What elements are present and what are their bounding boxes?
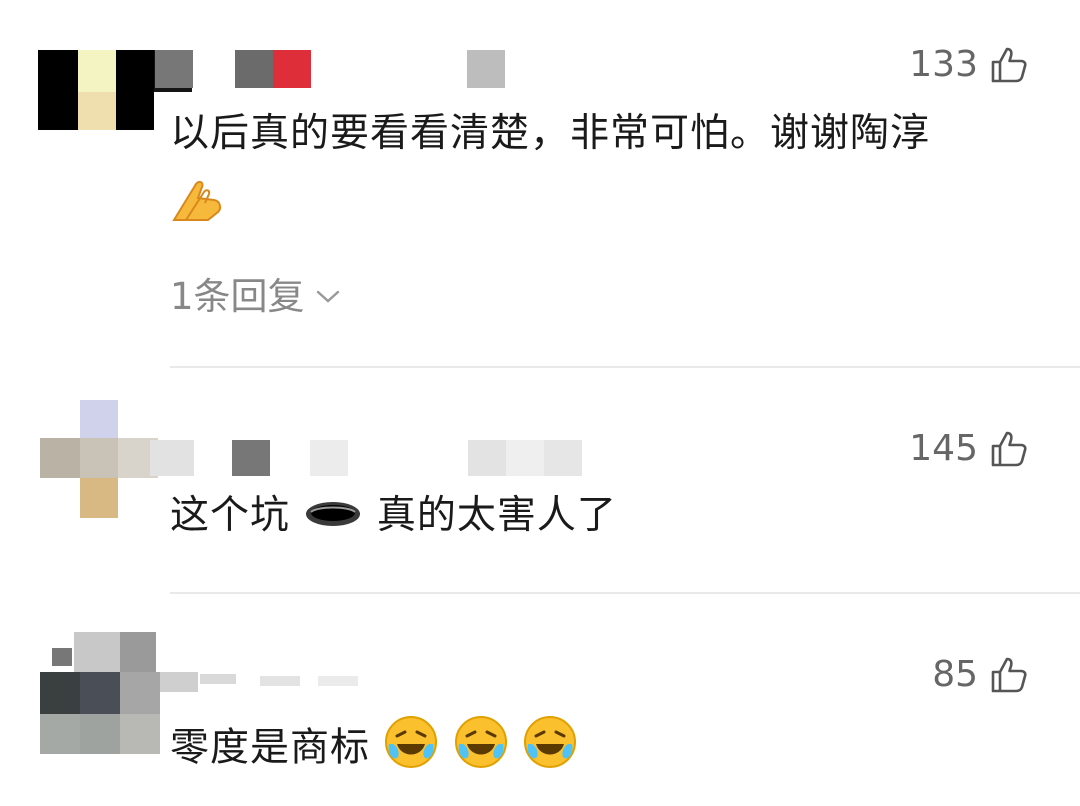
comment-text: 这个坑 真的太害人了 bbox=[170, 488, 617, 546]
comment-text: 零度是商标 bbox=[170, 714, 578, 786]
avatar-pixelated[interactable] bbox=[38, 50, 192, 130]
folded-hands-emoji-icon bbox=[170, 176, 228, 230]
comment-text-after: 真的太害人了 bbox=[376, 493, 617, 538]
username-pixelated[interactable] bbox=[200, 670, 380, 686]
thumbs-up-icon bbox=[990, 430, 1028, 468]
like-count: 145 bbox=[909, 428, 978, 469]
thumbs-up-icon bbox=[990, 656, 1028, 694]
rolling-laughing-emoji-icon bbox=[522, 714, 578, 786]
hole-emoji-icon bbox=[303, 490, 363, 546]
like-count: 133 bbox=[909, 44, 978, 85]
username-pixelated[interactable] bbox=[150, 438, 620, 478]
chevron-down-icon bbox=[315, 272, 341, 315]
comment-text-before: 这个坑 bbox=[170, 493, 291, 538]
comment-text: 以后真的要看看清楚，非常可怕。谢谢陶淳 bbox=[170, 111, 931, 156]
like-button[interactable]: 85 bbox=[932, 654, 1028, 695]
comment-text-body: 零度是商标 bbox=[170, 725, 371, 771]
thumbs-up-icon bbox=[990, 46, 1028, 84]
like-count: 85 bbox=[932, 654, 978, 695]
expand-replies-button[interactable]: 1条回复 bbox=[170, 266, 341, 320]
like-button[interactable]: 145 bbox=[909, 428, 1028, 469]
avatar-pixelated[interactable] bbox=[40, 400, 160, 520]
comment-3: 85 零度是商标 bbox=[0, 594, 1080, 806]
rolling-laughing-emoji-icon bbox=[453, 714, 509, 786]
comment-1: 133 以后真的要看看清楚，非常可怕。谢谢陶淳 1条回复 bbox=[0, 0, 1080, 366]
like-button[interactable]: 133 bbox=[909, 44, 1028, 85]
replies-label: 1条回复 bbox=[170, 275, 305, 318]
comment-2: 145 这个坑 真的太害人了 bbox=[0, 368, 1080, 592]
username-pixelated[interactable] bbox=[155, 50, 515, 90]
rolling-laughing-emoji-icon bbox=[383, 714, 439, 786]
